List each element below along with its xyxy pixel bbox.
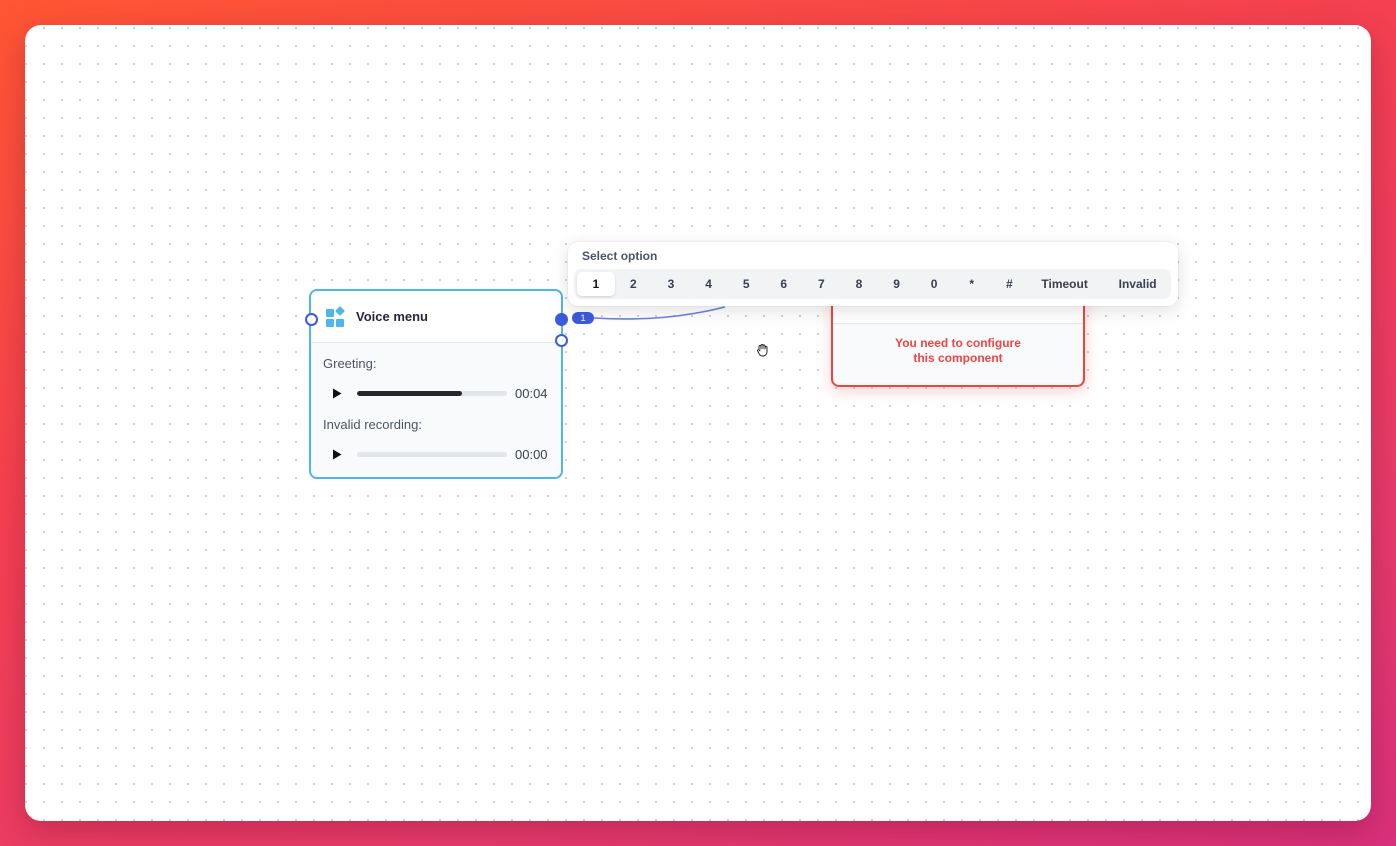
edge-layer [593, 306, 726, 320]
option-timeout[interactable]: Timeout [1028, 272, 1101, 296]
option-9[interactable]: 9 [878, 272, 916, 296]
invalid-recording-play-button[interactable] [323, 441, 351, 467]
widgets-icon [325, 305, 347, 328]
option-1[interactable]: 1 [577, 272, 615, 296]
output-handle-new[interactable] [555, 334, 568, 347]
greeting-time: 00:04 [515, 385, 548, 401]
option-6[interactable]: 6 [765, 272, 803, 296]
invalid-recording-time: 00:00 [515, 446, 548, 462]
greeting-label: Greeting: [323, 356, 377, 371]
flow-canvas[interactable]: Voice menu Greeting: 00:04 Invalid recor… [25, 25, 1371, 821]
popover-title: Select option [582, 249, 658, 263]
option-0[interactable]: 0 [915, 272, 953, 296]
output-handle-option-1[interactable] [555, 313, 568, 326]
greeting-player: 00:04 [323, 380, 549, 406]
invalid-recording-label: Invalid recording: [323, 417, 422, 432]
greeting-play-button[interactable] [323, 380, 351, 406]
option-segmented-control: 1 2 3 4 5 6 7 8 9 0 * # Timeout Invalid [574, 269, 1171, 299]
node-header: Voice menu [311, 291, 561, 343]
configure-warning: You need to configure this component [895, 336, 1021, 365]
invalid-recording-progress-bar[interactable] [357, 451, 507, 457]
grab-cursor-icon [755, 342, 771, 358]
greeting-progress-bar[interactable] [357, 390, 507, 396]
option-7[interactable]: 7 [803, 272, 841, 296]
edge-option-badge[interactable]: 1 [572, 312, 594, 324]
node-title: Voice menu [356, 309, 429, 324]
option-5[interactable]: 5 [727, 272, 765, 296]
option-star[interactable]: * [953, 272, 991, 296]
play-icon [333, 449, 342, 459]
greeting-progress-fill [357, 390, 462, 396]
select-option-popover: Select option 1 2 3 4 5 6 7 8 9 0 * # Timeout Invalid [568, 242, 1178, 306]
voice-menu-node[interactable]: Voice menu Greeting: 00:04 Invalid recor… [309, 289, 563, 479]
option-4[interactable]: 4 [690, 272, 728, 296]
option-3[interactable]: 3 [652, 272, 690, 296]
node-body: Greeting: 00:04 Invalid recording: 00:00 [311, 343, 561, 467]
play-icon [333, 388, 342, 398]
connection-edge[interactable] [593, 306, 726, 320]
option-2[interactable]: 2 [615, 272, 653, 296]
input-handle[interactable] [305, 313, 318, 326]
option-hash[interactable]: # [991, 272, 1029, 296]
invalid-recording-player: 00:00 [323, 441, 549, 467]
option-8[interactable]: 8 [840, 272, 878, 296]
option-invalid[interactable]: Invalid [1101, 272, 1174, 296]
